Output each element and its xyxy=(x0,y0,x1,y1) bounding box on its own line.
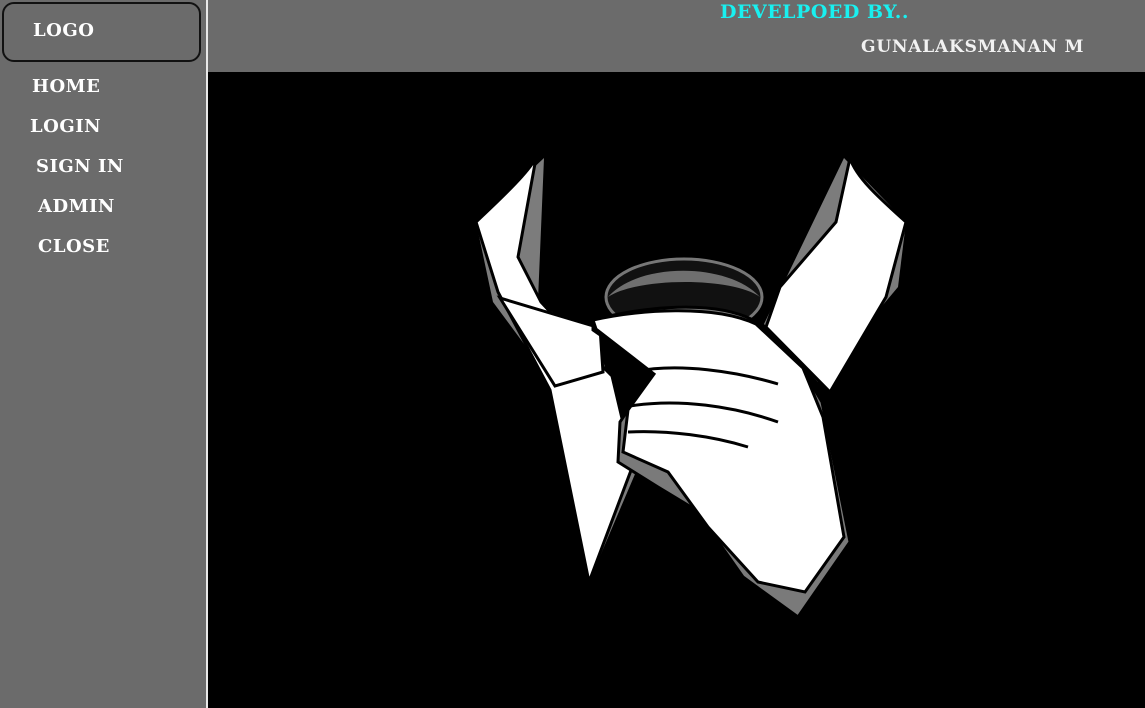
header-bar: DEVELPOED BY.. GUNALAKSMANAN M xyxy=(208,0,1145,72)
left-collar xyxy=(474,157,635,588)
nav-login[interactable]: LOGIN xyxy=(30,116,101,137)
developer-name: GUNALAKSMANAN M xyxy=(861,37,1085,57)
nav-sign-in[interactable]: SIGN IN xyxy=(36,156,124,177)
main-content xyxy=(208,72,1145,708)
sidebar: LOGO HOME LOGIN SIGN IN ADMIN CLOSE xyxy=(0,0,208,708)
nav-close[interactable]: CLOSE xyxy=(38,236,110,257)
suit-tie-illustration xyxy=(474,152,908,620)
nav-home[interactable]: HOME xyxy=(32,76,100,97)
logo-label: LOGO xyxy=(33,20,95,41)
developed-by-label: DEVELPOED BY.. xyxy=(720,1,910,23)
nav-admin[interactable]: ADMIN xyxy=(38,196,115,217)
logo-box[interactable] xyxy=(2,2,201,62)
